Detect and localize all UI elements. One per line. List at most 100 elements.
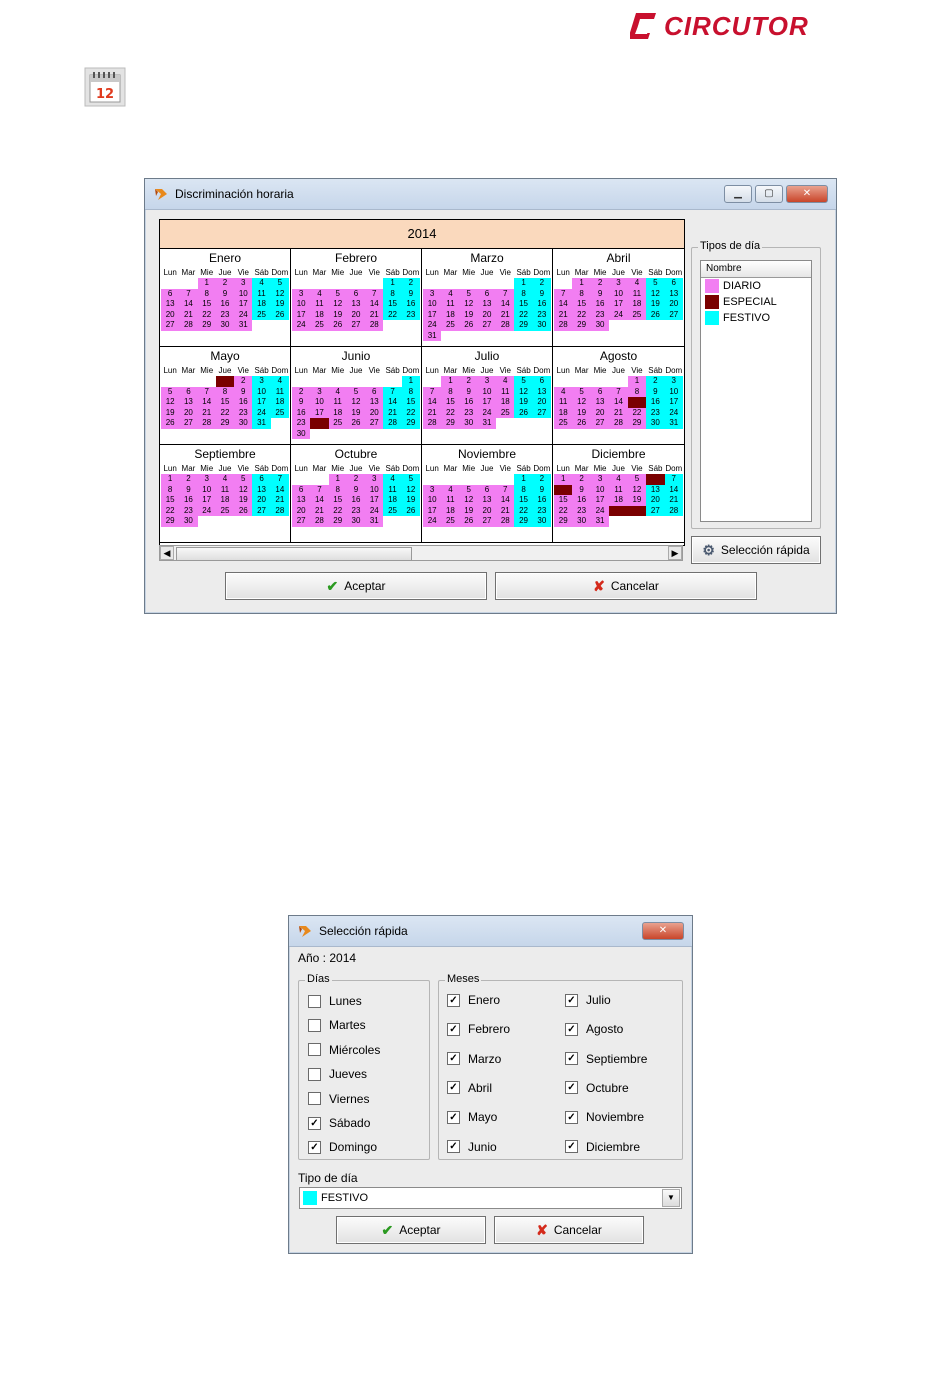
day-cell[interactable]: 16 [590, 299, 610, 310]
day-cell[interactable]: 15 [554, 495, 573, 506]
day-cell[interactable]: 9 [346, 484, 366, 495]
day-cell[interactable]: 30 [292, 428, 311, 439]
day-cell[interactable]: 24 [609, 309, 628, 320]
day-cell[interactable]: 3 [252, 376, 271, 387]
day-cell[interactable]: 11 [496, 386, 515, 397]
day-cell[interactable]: 23 [459, 407, 478, 418]
day-cell[interactable]: 25 [441, 516, 460, 527]
day-cell[interactable]: 5 [627, 474, 647, 485]
list-header-nombre[interactable]: Nombre [701, 261, 811, 278]
day-cell[interactable]: 27 [252, 505, 271, 516]
day-cell[interactable]: 29 [441, 418, 460, 429]
day-cell[interactable]: 19 [514, 397, 533, 408]
day-cell[interactable]: 28 [554, 320, 573, 331]
unchecked-icon[interactable] [308, 994, 321, 1008]
day-cell[interactable]: 18 [554, 407, 573, 418]
cancelar-button[interactable]: ✘ Cancelar [494, 1216, 644, 1244]
day-cell[interactable]: 11 [441, 495, 460, 506]
day-cell[interactable]: 2 [646, 376, 665, 387]
day-cell[interactable]: 20 [477, 505, 497, 516]
day-cell[interactable]: 29 [328, 516, 347, 527]
day-cell[interactable]: 10 [234, 288, 253, 299]
day-cell[interactable]: 27 [590, 418, 610, 429]
day-cell[interactable]: 26 [459, 320, 478, 331]
day-cell[interactable]: 17 [252, 397, 271, 408]
day-cell[interactable]: 8 [328, 484, 347, 495]
day-cell[interactable]: 7 [197, 386, 216, 397]
checkbox-mayo[interactable]: ✓ Mayo [447, 1110, 497, 1124]
day-cell[interactable]: 11 [215, 484, 235, 495]
checkbox-viernes[interactable]: Viernes [308, 1092, 369, 1106]
day-cell[interactable]: 1 [441, 376, 460, 387]
checkbox-lunes[interactable]: Lunes [308, 994, 362, 1008]
day-cell[interactable]: 5 [646, 278, 665, 289]
day-cell[interactable]: 1 [572, 278, 591, 289]
day-cell[interactable]: 18 [252, 299, 271, 310]
day-cell[interactable]: 3 [365, 474, 384, 485]
day-cell[interactable]: 2 [532, 278, 551, 289]
checked-icon[interactable]: ✓ [565, 993, 578, 1007]
day-cell[interactable]: 19 [627, 495, 647, 506]
day-cell[interactable]: 25 [627, 309, 647, 320]
day-cell[interactable]: 20 [590, 407, 610, 418]
day-cell[interactable]: 25 [554, 418, 573, 429]
checkbox-domingo[interactable]: ✓ Domingo [308, 1140, 377, 1154]
day-cell[interactable]: 17 [197, 495, 216, 506]
day-cell[interactable]: 17 [609, 299, 628, 310]
day-cell[interactable]: 20 [179, 407, 198, 418]
day-cell[interactable]: 4 [328, 386, 347, 397]
day-cell[interactable]: 14 [496, 299, 515, 310]
day-cell[interactable]: 24 [197, 505, 216, 516]
day-cell[interactable]: 15 [383, 299, 402, 310]
day-cell[interactable]: 19 [459, 309, 478, 320]
checked-icon[interactable]: ✓ [565, 1022, 578, 1036]
day-cell[interactable]: 8 [441, 386, 460, 397]
day-cell[interactable]: 26 [646, 309, 665, 320]
day-cell[interactable]: 12 [459, 495, 478, 506]
day-cell[interactable]: 16 [459, 397, 478, 408]
day-cell[interactable]: 13 [532, 386, 551, 397]
day-cell[interactable]: 6 [646, 474, 665, 485]
day-cell[interactable]: 15 [161, 495, 180, 506]
day-cell[interactable]: 7 [179, 288, 198, 299]
day-cell[interactable]: 17 [423, 309, 442, 320]
checkbox-junio[interactable]: ✓ Junio [447, 1140, 497, 1154]
unchecked-icon[interactable] [308, 1043, 321, 1057]
day-cell[interactable]: 13 [292, 495, 311, 506]
day-cell[interactable]: 18 [270, 397, 289, 408]
day-cell[interactable]: 19 [346, 407, 366, 418]
day-cell[interactable]: 20 [477, 309, 497, 320]
day-cell[interactable]: 12 [161, 397, 180, 408]
day-cell[interactable]: 8 [627, 386, 647, 397]
day-cell[interactable]: 13 [477, 495, 497, 506]
checkbox-diciembre[interactable]: ✓ Diciembre [565, 1140, 640, 1154]
day-cell[interactable]: 22 [215, 407, 235, 418]
day-cell[interactable]: 7 [383, 386, 402, 397]
day-cell[interactable]: 4 [252, 278, 271, 289]
day-cell[interactable]: 21 [423, 407, 442, 418]
day-cell[interactable]: 17 [423, 505, 442, 516]
day-cell[interactable]: 21 [496, 309, 515, 320]
day-cell[interactable]: 22 [401, 407, 420, 418]
chevron-down-icon[interactable]: ▼ [662, 1189, 680, 1207]
day-cell[interactable]: 29 [161, 516, 180, 527]
day-cell[interactable]: 17 [477, 397, 497, 408]
day-cell[interactable]: 14 [179, 299, 198, 310]
day-cell[interactable]: 12 [514, 386, 533, 397]
day-cell[interactable]: 12 [270, 288, 289, 299]
day-cell[interactable]: 21 [270, 495, 289, 506]
day-cell[interactable]: 2 [215, 278, 235, 289]
day-cell[interactable]: 3 [197, 474, 216, 485]
day-cell[interactable]: 25 [383, 505, 402, 516]
day-cell[interactable]: 14 [554, 299, 573, 310]
close-button[interactable]: ✕ [786, 185, 828, 203]
day-cell[interactable]: 14 [197, 397, 216, 408]
day-cell[interactable]: 16 [532, 299, 551, 310]
day-cell[interactable]: 24 [252, 407, 271, 418]
day-cell[interactable]: 9 [292, 397, 311, 408]
checkbox-octubre[interactable]: ✓ Octubre [565, 1081, 629, 1095]
day-cell[interactable]: 25 [252, 309, 271, 320]
day-cell[interactable]: 11 [270, 386, 289, 397]
day-cell[interactable]: 23 [215, 309, 235, 320]
day-cell[interactable]: 4 [554, 386, 573, 397]
